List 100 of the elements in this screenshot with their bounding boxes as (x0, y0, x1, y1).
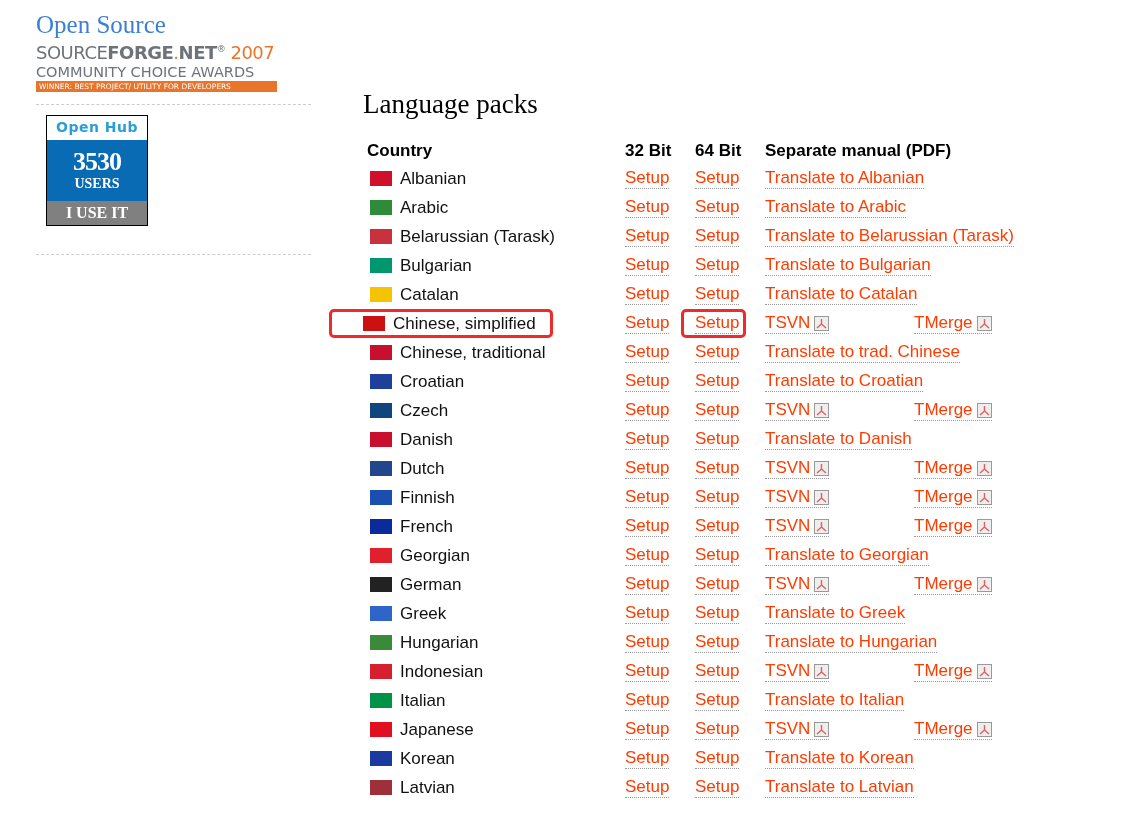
setup-link[interactable]: Setup (625, 458, 670, 479)
setup-link[interactable]: Setup (625, 255, 670, 276)
translate-link[interactable]: Translate to trad. Chinese (765, 342, 960, 363)
translate-link[interactable]: Translate to Latvian (765, 777, 914, 798)
setup-link[interactable]: Setup (695, 632, 740, 653)
pdf-icon (814, 721, 830, 737)
manual-link[interactable]: TMerge (914, 719, 992, 740)
country-name: Finnish (400, 487, 455, 508)
setup-link[interactable]: Setup (695, 255, 740, 276)
translate-link[interactable]: Translate to Italian (765, 690, 905, 711)
setup-link[interactable]: Setup (625, 574, 670, 595)
translate-link[interactable]: Translate to Greek (765, 603, 906, 624)
manual-link[interactable]: TMerge (914, 516, 992, 537)
setup-link[interactable]: Setup (625, 371, 670, 392)
setup-link[interactable]: Setup (695, 748, 740, 769)
setup-link[interactable]: Setup (695, 168, 740, 189)
manual-link[interactable]: TMerge (914, 574, 992, 595)
pdf-icon (814, 518, 830, 534)
manual-link[interactable]: TMerge (914, 400, 992, 421)
setup-link[interactable]: Setup (695, 516, 740, 537)
setup-link[interactable]: Setup (625, 777, 670, 798)
country-name: Chinese, simplified (393, 313, 536, 334)
country-name: Czech (400, 400, 449, 421)
translate-link[interactable]: Translate to Catalan (765, 284, 918, 305)
setup-link[interactable]: Setup (625, 284, 670, 305)
translate-link[interactable]: Translate to Belarussian (Tarask) (765, 226, 1014, 247)
manual-link[interactable]: TSVN (765, 313, 830, 334)
setup-link[interactable]: Setup (695, 690, 740, 711)
country-name: Catalan (400, 284, 459, 305)
manual-link[interactable]: TSVN (765, 487, 830, 508)
translate-link[interactable]: Translate to Arabic (765, 197, 907, 218)
award-subtitle: COMMUNITY CHOICE AWARDS (36, 64, 255, 81)
setup-link[interactable]: Setup (625, 342, 670, 363)
setup-link[interactable]: Setup (625, 661, 670, 682)
manual-link[interactable]: TMerge (914, 458, 992, 479)
country-name: Latvian (400, 777, 455, 798)
country-name: Hungarian (400, 632, 479, 653)
manual-link[interactable]: TSVN (765, 719, 830, 740)
setup-link[interactable]: Setup (695, 661, 740, 682)
manual-link[interactable]: TMerge (914, 313, 992, 334)
award-brand: SOURCEFORGE.NET$^{®}$ 2007 (36, 41, 275, 64)
setup-link[interactable]: Setup (695, 284, 740, 305)
setup-link[interactable]: Setup (695, 429, 740, 450)
setup-link[interactable]: Setup (695, 487, 740, 508)
setup-link[interactable]: Setup (625, 429, 670, 450)
country-name: Albanian (400, 168, 467, 189)
pdf-icon (814, 663, 830, 679)
setup-link[interactable]: Setup (695, 458, 740, 479)
setup-link[interactable]: Setup (625, 168, 670, 189)
badge-count: 3530 (47, 140, 147, 176)
pdf-icon (976, 518, 992, 534)
setup-link[interactable]: Setup (695, 603, 740, 624)
setup-link[interactable]: Setup (625, 632, 670, 653)
manual-link[interactable]: TSVN (765, 516, 830, 537)
country-name: Greek (400, 603, 447, 624)
setup-link[interactable]: Setup (625, 690, 670, 711)
translate-link[interactable]: Translate to Korean (765, 748, 914, 769)
manual-link[interactable]: TSVN (765, 661, 830, 682)
setup-link[interactable]: Setup (695, 313, 740, 334)
pdf-icon (814, 402, 830, 418)
setup-link[interactable]: Setup (695, 777, 740, 798)
country-name: Croatian (400, 371, 465, 392)
badge-action[interactable]: I USE IT (47, 201, 147, 225)
setup-link[interactable]: Setup (695, 545, 740, 566)
setup-link[interactable]: Setup (625, 226, 670, 247)
manual-link[interactable]: TMerge (914, 661, 992, 682)
manual-link[interactable]: TSVN (765, 400, 830, 421)
country-name: Georgian (400, 545, 470, 566)
pdf-icon (976, 576, 992, 592)
setup-link[interactable]: Setup (625, 313, 670, 334)
translate-link[interactable]: Translate to Bulgarian (765, 255, 931, 276)
pdf-icon (976, 663, 992, 679)
manual-link[interactable]: TMerge (914, 487, 992, 508)
manual-link[interactable]: TSVN (765, 574, 830, 595)
manual-link[interactable]: TSVN (765, 458, 830, 479)
translate-link[interactable]: Translate to Croatian (765, 371, 924, 392)
setup-link[interactable]: Setup (625, 545, 670, 566)
country-name: Italian (400, 690, 446, 711)
translate-link[interactable]: Translate to Albanian (765, 168, 925, 189)
setup-link[interactable]: Setup (695, 400, 740, 421)
translate-link[interactable]: Translate to Danish (765, 429, 912, 450)
translate-link[interactable]: Translate to Georgian (765, 545, 929, 566)
badge-unit: USERS (47, 176, 147, 201)
award-title: Open Source (36, 12, 166, 38)
setup-link[interactable]: Setup (625, 487, 670, 508)
setup-link[interactable]: Setup (695, 226, 740, 247)
setup-link[interactable]: Setup (625, 603, 670, 624)
setup-link[interactable]: Setup (695, 574, 740, 595)
setup-link[interactable]: Setup (625, 400, 670, 421)
column-header: 32 Bit (625, 141, 672, 160)
setup-link[interactable]: Setup (695, 342, 740, 363)
setup-link[interactable]: Setup (695, 371, 740, 392)
translate-link[interactable]: Translate to Hungarian (765, 632, 938, 653)
setup-link[interactable]: Setup (695, 719, 740, 740)
setup-link[interactable]: Setup (625, 748, 670, 769)
setup-link[interactable]: Setup (695, 197, 740, 218)
setup-link[interactable]: Setup (625, 197, 670, 218)
setup-link[interactable]: Setup (625, 516, 670, 537)
setup-link[interactable]: Setup (625, 719, 670, 740)
country-name: Arabic (400, 197, 449, 218)
